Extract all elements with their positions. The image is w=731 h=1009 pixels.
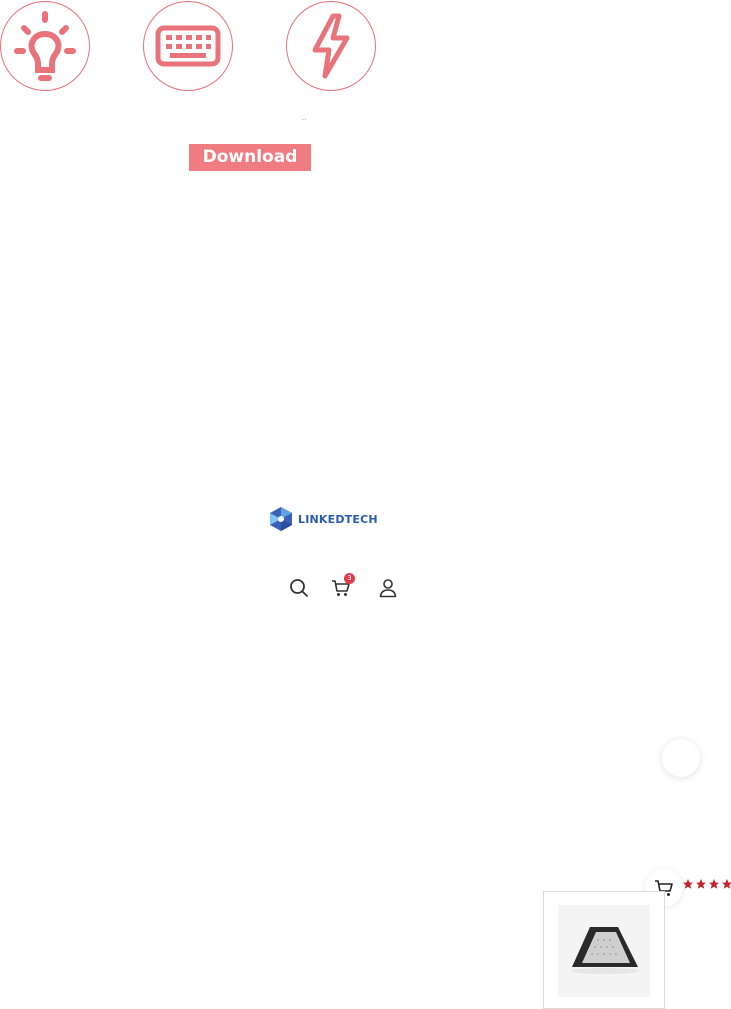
logo-mark-icon	[270, 507, 292, 531]
product-card[interactable]	[543, 891, 665, 1009]
logo-text: LINKEDTECH	[298, 512, 378, 526]
product-rating	[682, 878, 731, 890]
site-logo[interactable]: LINKEDTECH	[268, 506, 378, 532]
search-button[interactable]	[287, 576, 311, 600]
account-button[interactable]	[376, 576, 400, 600]
user-icon	[379, 579, 397, 598]
lightbulb-icon	[0, 1, 90, 91]
download-button[interactable]: Download	[189, 144, 311, 171]
cart-button[interactable]: 3	[329, 573, 355, 600]
keyboard-icon	[143, 1, 233, 91]
feature-caption: ..	[302, 113, 307, 122]
star-icon	[683, 879, 693, 889]
star-icon	[722, 879, 731, 889]
product-image	[558, 905, 650, 997]
star-icon	[696, 879, 706, 889]
scroll-to-top-button[interactable]	[662, 739, 700, 777]
star-icon	[709, 879, 719, 889]
cart-count-badge: 3	[344, 573, 355, 584]
search-icon	[290, 579, 308, 597]
lightning-icon	[286, 1, 376, 91]
